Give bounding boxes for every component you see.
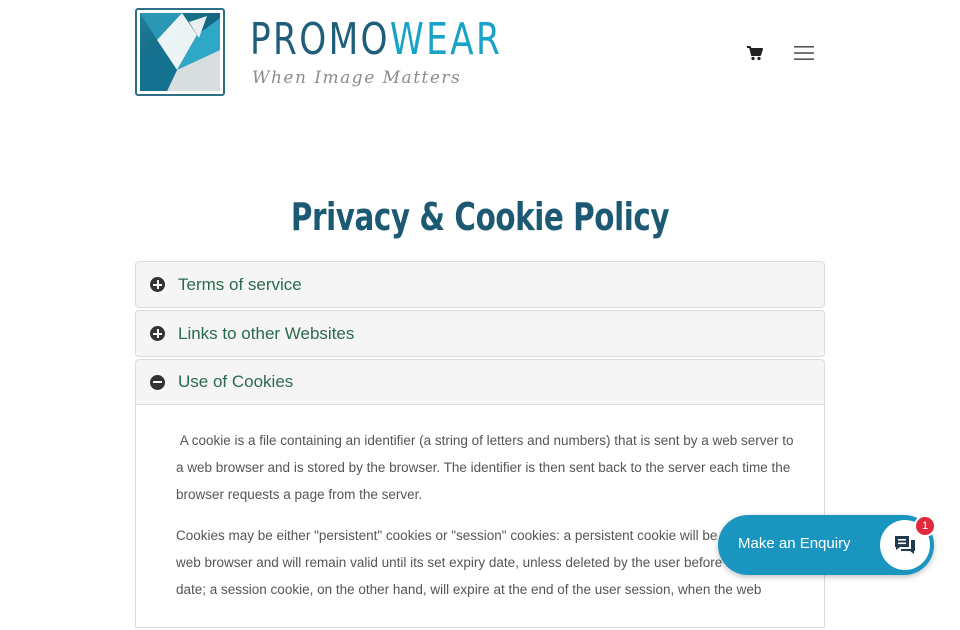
plus-circle-icon <box>150 277 165 292</box>
brand-part-promo: PROMO <box>250 14 390 65</box>
accordion-header-terms[interactable]: Terms of service <box>136 262 824 307</box>
accordion-label: Terms of service <box>178 274 302 294</box>
logo[interactable] <box>135 8 225 96</box>
brand-tagline: When Image Matters <box>252 68 462 88</box>
make-enquiry-button[interactable]: Make an Enquiry <box>718 515 934 575</box>
plus-circle-icon <box>150 326 165 341</box>
minus-circle-icon <box>150 374 165 390</box>
cookie-paragraph-2: Cookies may be either "persistent" cooki… <box>176 528 788 597</box>
accordion-label: Links to other Websites <box>178 323 355 343</box>
policy-accordion: Terms of service Links to other Websites… <box>135 261 825 630</box>
enquiry-label: Make an Enquiry <box>738 535 851 552</box>
accordion-label: Use of Cookies <box>178 372 294 391</box>
accordion-header-cookies[interactable]: Use of Cookies <box>136 360 824 405</box>
accordion-item-cookies: Use of Cookies A cookie is a file contai… <box>135 359 825 628</box>
cookie-paragraph-1: A cookie is a file containing an identif… <box>176 433 794 502</box>
brand-name[interactable]: PROMOWEAR <box>250 14 502 66</box>
shopping-cart-icon[interactable] <box>746 44 764 62</box>
notification-badge: 1 <box>914 515 936 537</box>
accordion-item-terms: Terms of service <box>135 261 825 308</box>
brand-part-wear: WEAR <box>389 14 503 65</box>
hamburger-menu-icon[interactable] <box>794 44 814 62</box>
accordion-header-links[interactable]: Links to other Websites <box>136 311 824 356</box>
page-title: Privacy & Cookie Policy <box>290 195 670 240</box>
promowear-logo-icon <box>140 13 220 91</box>
accordion-content-cookies: A cookie is a file containing an identif… <box>135 405 825 627</box>
site-header: PROMOWEAR When Image Matters <box>0 0 960 110</box>
accordion-item-links: Links to other Websites <box>135 310 825 357</box>
